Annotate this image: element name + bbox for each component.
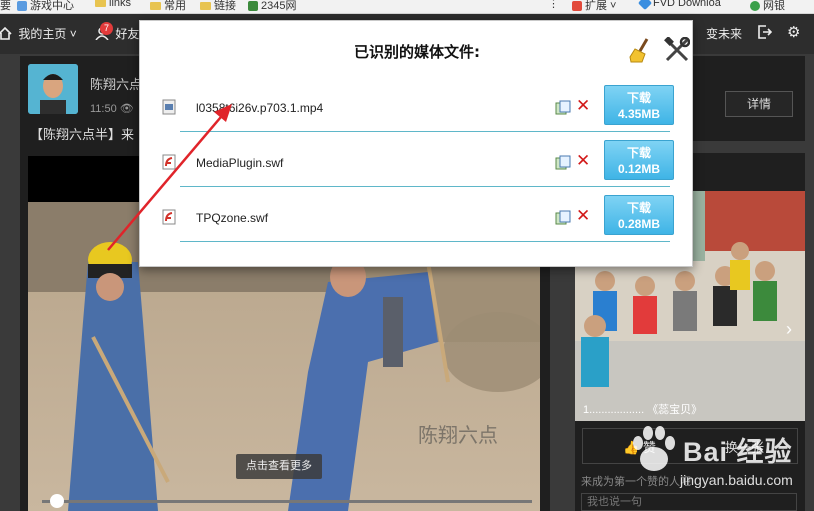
folder-icon [95, 0, 106, 8]
detail-button[interactable]: 详情 [725, 91, 793, 117]
settings-gear-icon[interactable]: ⚙ [787, 23, 800, 41]
avatar[interactable] [28, 64, 78, 114]
media-file-row: MediaPlugin.swf ✕ 下载 0.12MB [162, 140, 674, 198]
file-name: MediaPlugin.swf [196, 156, 284, 170]
delete-icon[interactable]: ✕ [576, 96, 590, 116]
bookmark-2345[interactable]: 2345网 [248, 0, 296, 13]
bookmark-links-cn[interactable]: 链接 [200, 0, 236, 13]
post-author[interactable]: 陈翔六点 [90, 74, 142, 93]
extensions-icon [572, 1, 582, 12]
post-time: 11:50 👁 [90, 103, 134, 115]
home-link[interactable]: 我的主页 ˅ [0, 25, 77, 42]
folder-icon [150, 2, 161, 11]
row-divider [180, 241, 670, 242]
more-menu-icon[interactable]: ⋮ [548, 0, 559, 10]
eye-icon: 👁 [119, 103, 134, 115]
row-divider [180, 186, 670, 187]
media-download-popup: 已识别的媒体文件: l0358t6i26v.p703.1.mp4 ✕ 下载 4.… [139, 20, 693, 267]
video-file-icon [162, 99, 176, 115]
notification-badge: 7 [100, 22, 113, 35]
chevron-right-icon[interactable]: › [786, 319, 792, 340]
flash-file-icon [162, 154, 176, 170]
watermark-brand: Bai 经验 [683, 437, 793, 467]
download-button[interactable]: 下载 0.28MB [604, 195, 674, 235]
broom-icon[interactable] [628, 37, 654, 63]
video-progress-knob[interactable] [50, 494, 64, 508]
download-button[interactable]: 下载 0.12MB [604, 140, 674, 180]
game-center-icon [17, 1, 27, 12]
delete-icon[interactable]: ✕ [576, 151, 590, 171]
video-progress-bar[interactable] [42, 500, 532, 503]
bookmarks-bar: 要 游戏中心 links 常用 链接 2345网 ⋮ 扩展 ˅ FVD Down… [0, 0, 814, 14]
tools-icon[interactable] [664, 37, 690, 63]
comment-input[interactable]: 我也说一句 [581, 493, 797, 511]
paw-icon [633, 426, 675, 471]
bookmark-game-center[interactable]: 游戏中心 [17, 0, 74, 13]
photo-caption: 1.................. 《蕊宝贝》 [583, 404, 703, 416]
svg-text:陈翔六点: 陈翔六点 [418, 423, 498, 447]
user-name-link[interactable]: 变未来 [706, 25, 742, 42]
bank-button[interactable]: 网银 [750, 0, 785, 13]
copy-link-icon[interactable] [555, 100, 571, 116]
watermark-url: jingyan.baidu.com [680, 472, 793, 488]
baidu-watermark: Bai 经验 jingyan.baidu.com [626, 420, 814, 490]
file-name: l0358t6i26v.p703.1.mp4 [196, 101, 324, 115]
media-file-row: l0358t6i26v.p703.1.mp4 ✕ 下载 4.35MB [162, 85, 674, 143]
download-button[interactable]: 下载 4.35MB [604, 85, 674, 125]
popup-title: 已识别的媒体文件: [354, 43, 480, 61]
row-divider [180, 131, 670, 132]
flash-file-icon [162, 209, 176, 225]
copy-link-icon[interactable] [555, 210, 571, 226]
media-file-row: TPQzone.swf ✕ 下载 0.28MB [162, 195, 674, 253]
file-name: TPQzone.swf [196, 211, 269, 225]
fvd-icon [637, 0, 653, 11]
fvd-downloader-button[interactable]: FVD Downloa [637, 0, 721, 11]
bookmark-links[interactable]: links [95, 0, 131, 9]
copy-link-icon[interactable] [555, 155, 571, 171]
bookmark-frequent[interactable]: 常用 [150, 0, 186, 13]
site-2345-icon [248, 1, 258, 12]
logout-icon[interactable] [758, 25, 773, 42]
bookmark-partial[interactable]: 要 [0, 0, 11, 13]
home-icon [0, 26, 12, 40]
delete-icon[interactable]: ✕ [576, 206, 590, 226]
post-title[interactable]: 【陈翔六点半】来 [30, 124, 134, 143]
bank-icon [750, 1, 760, 12]
view-more-button[interactable]: 点击查看更多 [236, 454, 322, 479]
extensions-button[interactable]: 扩展 ˅ [572, 0, 616, 13]
folder-icon [200, 2, 211, 11]
